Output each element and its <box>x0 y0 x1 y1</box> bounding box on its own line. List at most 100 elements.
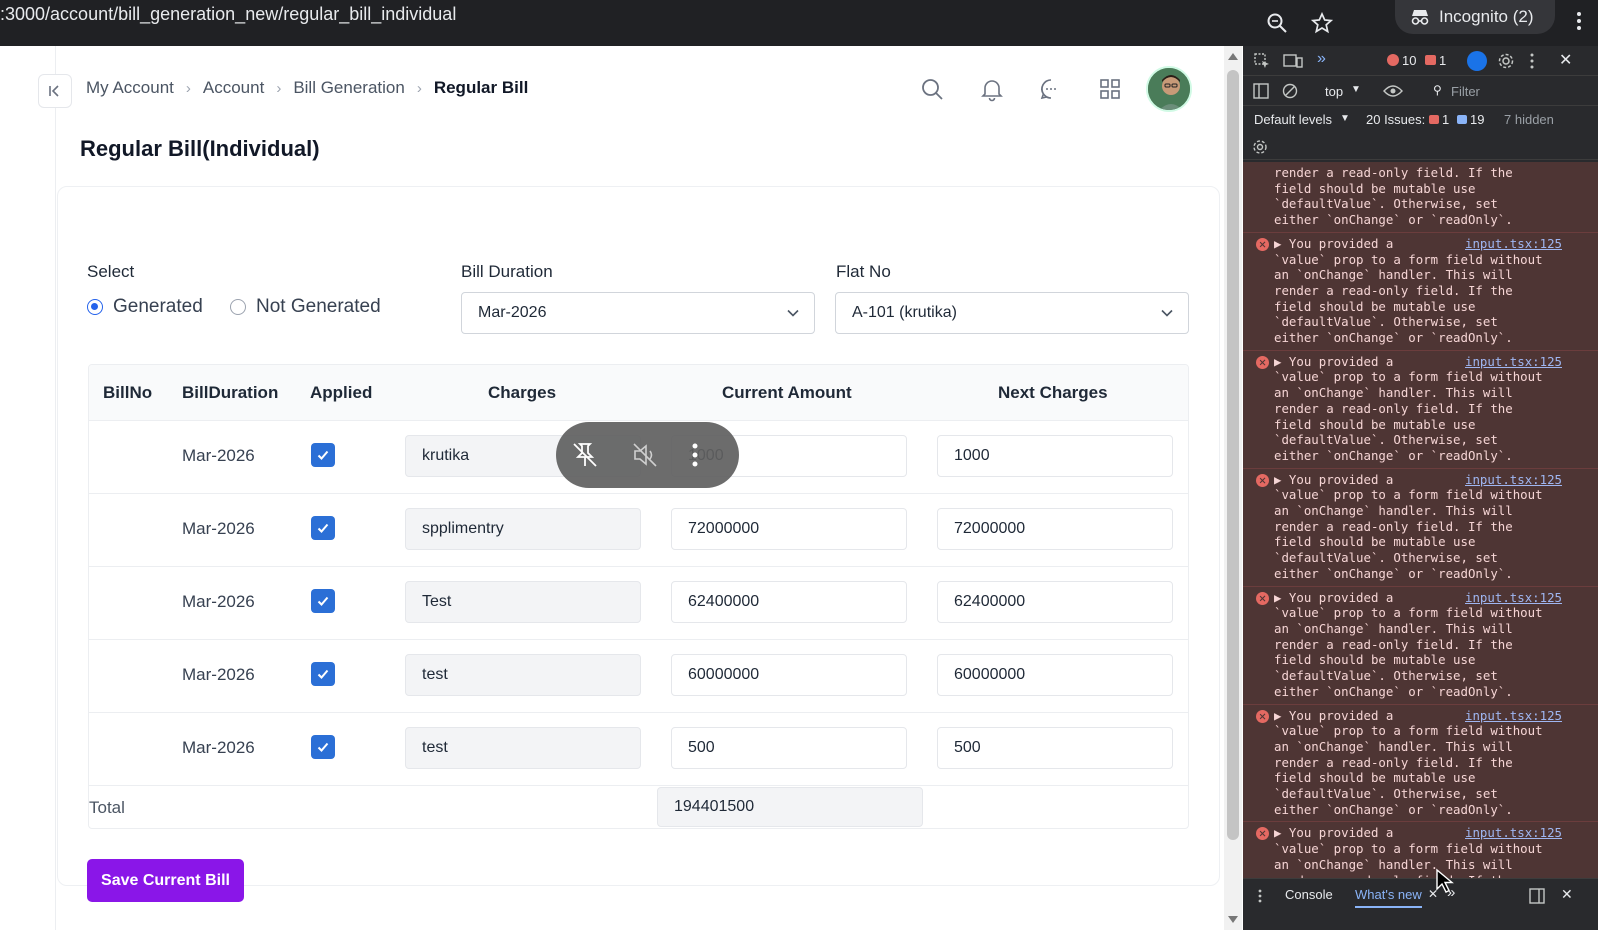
applied-checkbox[interactable] <box>311 735 335 759</box>
console-error-text: ▶ You provided a `value` prop to a form … <box>1274 471 1543 581</box>
more-vert-icon[interactable] <box>690 442 700 468</box>
next-charges-field[interactable]: 62400000 <box>937 581 1173 623</box>
console-error-message[interactable]: render a read-only field. If the field s… <box>1243 162 1598 233</box>
console-error-message[interactable]: ▶ You provided a `value` prop to a form … <box>1243 350 1598 469</box>
page-scrollbar[interactable] <box>1224 46 1242 930</box>
scrollbar-thumb[interactable] <box>1227 70 1239 840</box>
breadcrumb-item-account[interactable]: Account <box>203 78 264 98</box>
more-tabs-icon[interactable]: » <box>1317 50 1326 68</box>
chat-icon[interactable] <box>1038 76 1064 102</box>
header-bill-no: BillNo <box>103 383 153 402</box>
select-label: Select <box>87 262 135 281</box>
table-row: Mar-2026 test 500 500 <box>89 713 1188 786</box>
current-amount-field[interactable]: 62400000 <box>671 581 907 623</box>
console-filter-input[interactable]: Filter <box>1451 84 1480 99</box>
header-next-charges: Next Charges <box>998 383 1108 402</box>
console-error-message[interactable]: ▶ You provided a `value` prop to a form … <box>1243 822 1598 878</box>
charge-name-field[interactable]: test <box>405 727 641 769</box>
applied-checkbox[interactable] <box>311 662 335 686</box>
console-error-text: ▶ You provided a `value` prop to a form … <box>1274 707 1543 817</box>
bell-icon[interactable] <box>979 76 1005 102</box>
applied-checkbox[interactable] <box>311 589 335 613</box>
error-icon <box>1256 827 1269 841</box>
browser-menu-icon[interactable] <box>1568 10 1590 32</box>
scroll-up-arrow-icon[interactable] <box>1227 52 1239 62</box>
dock-side-icon[interactable] <box>1529 888 1545 904</box>
avatar[interactable] <box>1146 66 1192 112</box>
device-toolbar-icon[interactable] <box>1283 52 1303 70</box>
breadcrumb-item-my-account[interactable]: My Account <box>86 78 174 98</box>
drawer-tab-bar: Console What's new ✕ » ✕ <box>1243 878 1598 930</box>
charge-name-field[interactable]: Test <box>405 581 641 623</box>
tab-whats-new[interactable]: What's new <box>1355 887 1422 908</box>
source-link[interactable]: input.tsx:125 <box>1465 354 1562 370</box>
charge-name-field[interactable]: test <box>405 654 641 696</box>
chevron-right-icon: › <box>276 79 282 97</box>
scroll-down-arrow-icon[interactable] <box>1227 914 1239 924</box>
source-link[interactable]: input.tsx:125 <box>1465 825 1562 841</box>
media-control-overlay <box>556 422 739 488</box>
radio-not-generated-indicator[interactable] <box>230 299 246 315</box>
console-error-message[interactable]: ▶ You provided a `value` prop to a form … <box>1243 704 1598 823</box>
clear-console-icon[interactable] <box>1282 83 1298 99</box>
close-drawer-icon[interactable]: ✕ <box>1561 886 1573 903</box>
console-error-text: ▶ You provided a `value` prop to a form … <box>1274 589 1543 699</box>
mute-icon[interactable] <box>630 440 660 470</box>
source-link[interactable]: input.tsx:125 <box>1465 590 1562 606</box>
table-row: Mar-2026 Test 62400000 62400000 <box>89 567 1188 640</box>
next-charges-field[interactable]: 500 <box>937 727 1173 769</box>
zoom-icon[interactable] <box>1266 12 1288 34</box>
row-duration: Mar-2026 <box>182 519 255 538</box>
breadcrumb-item-bill-generation[interactable]: Bill Generation <box>293 78 405 98</box>
default-levels-select[interactable]: Default levels <box>1254 112 1332 127</box>
save-current-bill-button[interactable]: Save Current Bill <box>87 859 244 902</box>
warning-count[interactable]: 1 <box>1439 53 1446 68</box>
source-link[interactable]: input.tsx:125 <box>1465 708 1562 724</box>
radio-not-generated[interactable]: Not Generated <box>230 296 381 318</box>
console-error-message[interactable]: ▶ You provided a `value` prop to a form … <box>1243 586 1598 705</box>
next-charges-field[interactable]: 72000000 <box>937 508 1173 550</box>
applied-checkbox[interactable] <box>311 516 335 540</box>
radio-generated-indicator[interactable] <box>87 299 103 315</box>
unpin-icon[interactable] <box>570 440 600 470</box>
bill-duration-select[interactable]: Mar-2026 <box>461 292 815 334</box>
current-amount-field[interactable]: 72000000 <box>671 508 907 550</box>
devtools-menu-icon[interactable] <box>1529 52 1535 70</box>
console-settings-icon[interactable] <box>1252 139 1268 155</box>
source-link[interactable]: input.tsx:125 <box>1465 236 1562 252</box>
source-link[interactable]: input.tsx:125 <box>1465 472 1562 488</box>
check-icon <box>317 523 329 533</box>
context-select[interactable]: top <box>1325 84 1343 99</box>
devtools-panel: » 10 1 ✕ top ▼ ⚲ Filter Default levels ▼… <box>1243 46 1598 930</box>
applied-checkbox[interactable] <box>311 443 335 467</box>
console-settings-row <box>1243 134 1598 160</box>
bookmark-star-icon[interactable] <box>1311 12 1333 34</box>
charge-name-field[interactable]: spplimentry <box>405 508 641 550</box>
close-devtools-icon[interactable]: ✕ <box>1559 50 1572 70</box>
current-amount-field[interactable]: 500 <box>671 727 907 769</box>
search-icon[interactable] <box>919 76 945 102</box>
console-error-message[interactable]: ▶ You provided a `value` prop to a form … <box>1243 468 1598 587</box>
error-count[interactable]: 10 <box>1402 53 1416 68</box>
radio-not-generated-label: Not Generated <box>256 296 381 317</box>
apps-grid-icon[interactable] <box>1097 76 1123 102</box>
drawer-menu-icon[interactable] <box>1257 888 1263 904</box>
tab-console[interactable]: Console <box>1285 887 1333 902</box>
flat-no-select[interactable]: A-101 (krutika) <box>835 292 1189 334</box>
incognito-indicator[interactable]: Incognito (2) <box>1395 0 1555 34</box>
address-bar[interactable]: :3000/account/bill_generation_new/regula… <box>0 4 456 25</box>
sidebar-toggle-icon[interactable] <box>1253 83 1269 99</box>
sidebar-collapse-button[interactable] <box>38 74 72 108</box>
error-count-icon <box>1387 54 1399 66</box>
next-charges-field[interactable]: 60000000 <box>937 654 1173 696</box>
console-error-message[interactable]: ▶ You provided a `value` prop to a form … <box>1243 232 1598 351</box>
settings-gear-icon[interactable] <box>1497 52 1515 70</box>
next-charges-field[interactable]: 1000 <box>937 435 1173 477</box>
issues-label[interactable]: 20 Issues: <box>1366 112 1425 127</box>
inspect-element-icon[interactable] <box>1253 52 1271 70</box>
live-expression-eye-icon[interactable] <box>1383 84 1403 98</box>
radio-generated[interactable]: Generated <box>87 296 203 318</box>
row-duration: Mar-2026 <box>182 738 255 757</box>
sync-icon[interactable] <box>1467 51 1487 71</box>
current-amount-field[interactable]: 60000000 <box>671 654 907 696</box>
